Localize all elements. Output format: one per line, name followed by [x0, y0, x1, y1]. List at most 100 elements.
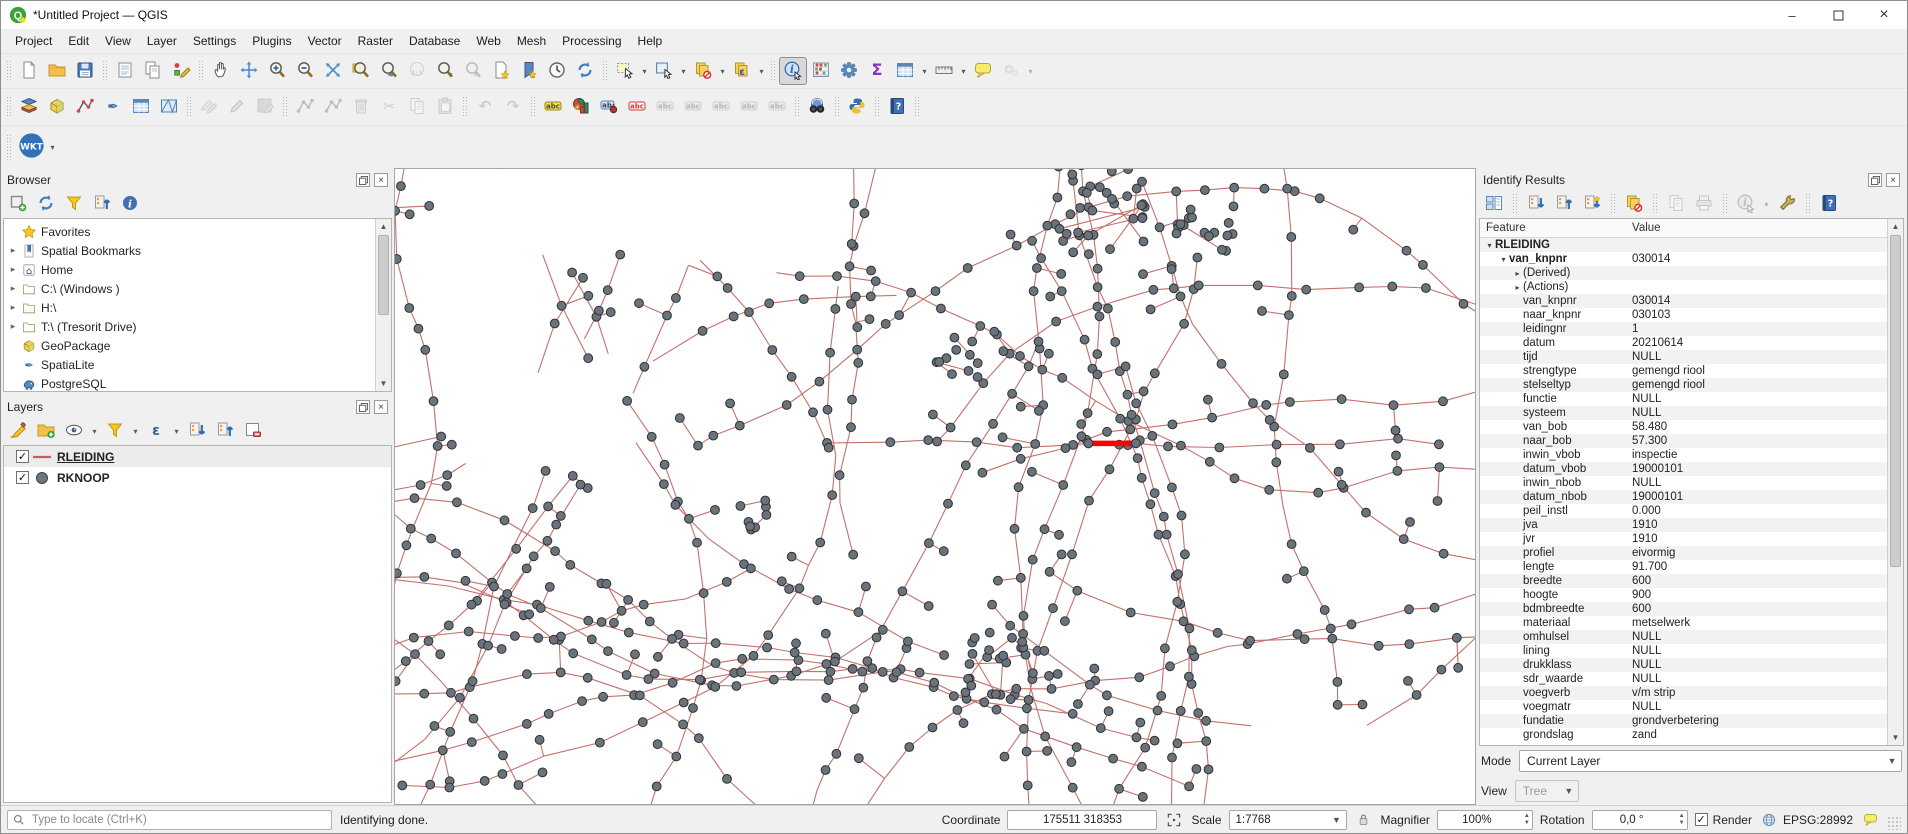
lock-scale-icon[interactable]: [1354, 810, 1374, 830]
wkt-dropdown[interactable]: ▾: [47, 143, 58, 152]
browser-item-favorites[interactable]: Favorites: [6, 222, 391, 241]
identify-row[interactable]: leidingnr1: [1480, 322, 1888, 336]
coordinate-input[interactable]: 175511 318353: [1007, 810, 1157, 830]
browser-close-button[interactable]: ×: [374, 173, 388, 187]
identify-row[interactable]: lengte91.700: [1480, 560, 1888, 574]
toolbar-grip[interactable]: [794, 96, 800, 118]
toolbar-grip[interactable]: [1652, 193, 1658, 215]
identify-row[interactable]: systeemNULL: [1480, 406, 1888, 420]
identify-row[interactable]: ▾van_knpnr030014: [1480, 252, 1888, 266]
menu-mesh[interactable]: Mesh: [509, 31, 554, 51]
zoom-full-button[interactable]: [319, 57, 347, 85]
redo-button[interactable]: ↷: [499, 93, 527, 121]
expand-arrow-icon[interactable]: ▸: [6, 264, 20, 275]
identify-row[interactable]: van_knpnr030014: [1480, 294, 1888, 308]
identify-row[interactable]: datum_vbob19000101: [1480, 462, 1888, 476]
manage-map-themes-dropdown[interactable]: ▾: [89, 427, 100, 436]
browser-item-c-windows[interactable]: ▸C:\ (Windows ): [6, 279, 391, 298]
filter-legend-button[interactable]: [102, 418, 128, 444]
menu-plugins[interactable]: Plugins: [244, 31, 299, 51]
identify-row[interactable]: hoogte900: [1480, 588, 1888, 602]
expand-arrow-icon[interactable]: ▸: [6, 283, 20, 294]
identify-row[interactable]: naar_bob57.300: [1480, 434, 1888, 448]
toolbar-grip[interactable]: [102, 60, 108, 82]
menu-web[interactable]: Web: [468, 31, 508, 51]
browser-item-geopackage[interactable]: GeoPackage: [6, 336, 391, 355]
tree-arrow-icon[interactable]: ▸: [1512, 269, 1523, 278]
delete-selected-button[interactable]: [347, 93, 375, 121]
copy-feature-button[interactable]: [1663, 191, 1689, 217]
identify-close-button[interactable]: ×: [1886, 173, 1900, 187]
identify-row[interactable]: materiaalmetselwerk: [1480, 616, 1888, 630]
identify-row[interactable]: functieNULL: [1480, 392, 1888, 406]
toolbar-grip[interactable]: [834, 96, 840, 118]
toolbar-grip[interactable]: [874, 96, 880, 118]
mode-combobox[interactable]: Current Layer ▼: [1519, 750, 1902, 772]
minimize-button[interactable]: –: [1769, 1, 1815, 29]
zoom-native-button[interactable]: 1:1: [403, 57, 431, 85]
toolbar-grip[interactable]: [462, 96, 468, 118]
refresh-map-button[interactable]: [571, 57, 599, 85]
layers-float-button[interactable]: [356, 400, 370, 414]
copy-features-button[interactable]: [403, 93, 431, 121]
browser-item-home[interactable]: ▸⌂Home: [6, 260, 391, 279]
toolbar-grip[interactable]: [6, 96, 12, 118]
browser-item-t-tresorit-drive[interactable]: ▸T:\ (Tresorit Drive): [6, 317, 391, 336]
identify-row[interactable]: stelseltypgemengd riool: [1480, 378, 1888, 392]
tree-arrow-icon[interactable]: ▸: [1512, 283, 1523, 292]
filter-legend-dropdown[interactable]: ▾: [130, 427, 141, 436]
toolbar-grip[interactable]: [914, 96, 920, 118]
toolbar-grip[interactable]: [602, 60, 608, 82]
menu-vector[interactable]: Vector: [300, 31, 350, 51]
filter-by-expression-dropdown[interactable]: ▾: [171, 427, 182, 436]
select-by-expression-button[interactable]: ε: [728, 57, 756, 85]
deselect-features-button[interactable]: [689, 57, 717, 85]
select-features-by-value-button[interactable]: [650, 57, 678, 85]
spin-arrows-icon[interactable]: ▲▼: [1679, 812, 1685, 828]
identify-row[interactable]: naar_knpnr030103: [1480, 308, 1888, 322]
add-feature-button[interactable]: [291, 93, 319, 121]
enable-properties-widget-button[interactable]: i: [117, 191, 143, 217]
toolbar-grip[interactable]: [186, 96, 192, 118]
zoom-in-button[interactable]: [263, 57, 291, 85]
move-label-button[interactable]: abc: [707, 93, 735, 121]
zoom-to-selection-button[interactable]: [347, 57, 375, 85]
collapse-all-button[interactable]: [89, 191, 115, 217]
identify-row[interactable]: drukklassNULL: [1480, 658, 1888, 672]
metasearch-button[interactable]: [803, 93, 831, 121]
locator-options-dropdown[interactable]: ▾: [1025, 67, 1036, 76]
refresh-browser-button[interactable]: [33, 191, 59, 217]
magnifier-spinbox[interactable]: 100% ▲▼: [1437, 810, 1533, 830]
identify-row[interactable]: fundatiegrondverbetering: [1480, 714, 1888, 728]
menu-edit[interactable]: Edit: [60, 31, 97, 51]
identify-row[interactable]: ▸(Derived): [1480, 266, 1888, 280]
expand-arrow-icon[interactable]: ▸: [6, 245, 20, 256]
undo-button[interactable]: ↶: [471, 93, 499, 121]
render-checkbox[interactable]: ✓: [1695, 813, 1708, 826]
new-geopackage-layer-button[interactable]: [43, 93, 71, 121]
layer-visibility-checkbox[interactable]: ✓: [16, 471, 29, 484]
select-features-dropdown[interactable]: ▾: [639, 67, 650, 76]
close-button[interactable]: ×: [1861, 1, 1907, 29]
expand-all-layers-button[interactable]: [184, 418, 210, 444]
identify-settings-button[interactable]: [1774, 191, 1800, 217]
crs-status[interactable]: EPSG:28992: [1783, 813, 1853, 827]
browser-float-button[interactable]: [356, 173, 370, 187]
identify-float-button[interactable]: [1868, 173, 1882, 187]
toggle-extents-icon[interactable]: [1164, 810, 1184, 830]
show-spatial-bookmarks-button[interactable]: [515, 57, 543, 85]
identify-row[interactable]: jva1910: [1480, 518, 1888, 532]
map-tips-button[interactable]: [969, 57, 997, 85]
browser-scrollbar[interactable]: ▲ ▼: [375, 219, 391, 391]
show-statistics-button[interactable]: Σ: [863, 57, 891, 85]
identify-mode-button[interactable]: i: [1733, 191, 1759, 217]
zoom-to-layer-button[interactable]: [375, 57, 403, 85]
select-features-by-value-dropdown[interactable]: ▾: [678, 67, 689, 76]
identify-row[interactable]: voegverbv/m strip: [1480, 686, 1888, 700]
browser-item-postgresql[interactable]: PostgreSQL: [6, 374, 391, 392]
processing-toolbox-button[interactable]: [835, 57, 863, 85]
open-layer-styling-button[interactable]: [5, 418, 31, 444]
add-selected-layers-button[interactable]: [5, 191, 31, 217]
scale-combobox[interactable]: 1:7768 ▼: [1229, 810, 1347, 830]
resize-grip[interactable]: [1887, 816, 1901, 830]
